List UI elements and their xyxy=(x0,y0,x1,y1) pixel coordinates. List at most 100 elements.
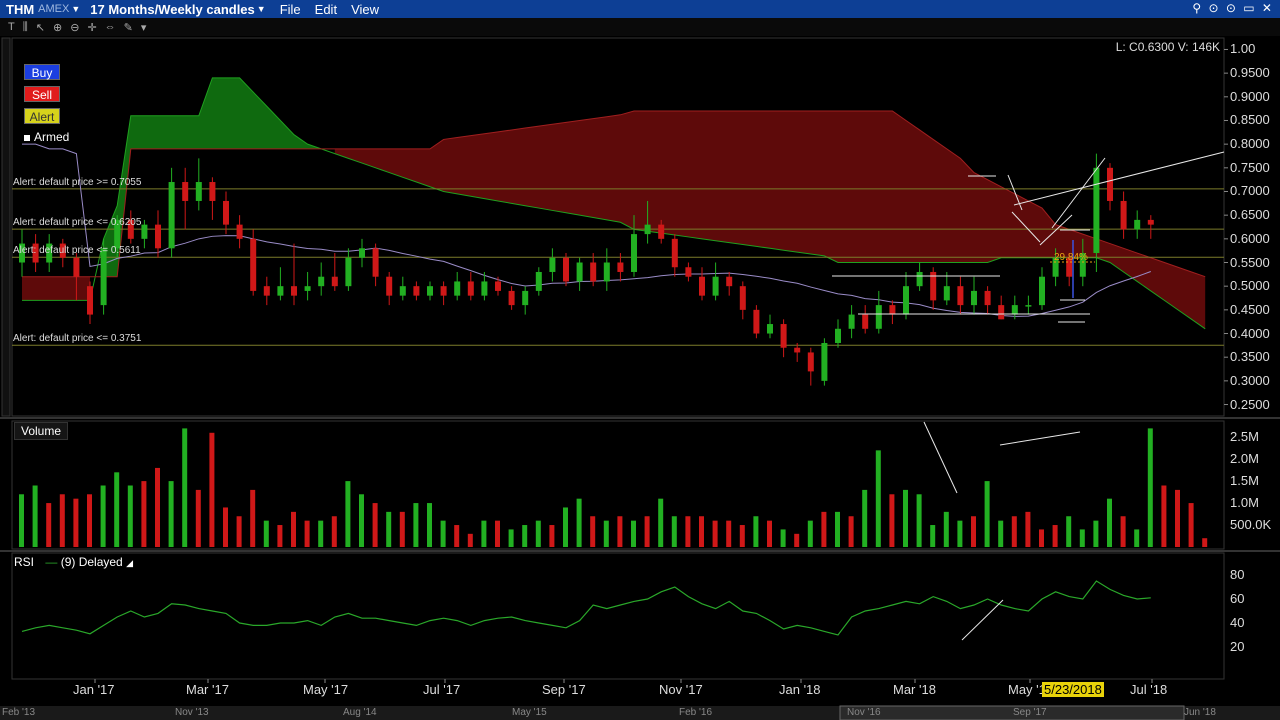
volume-axis-label: 500.0K xyxy=(1230,517,1272,533)
volume-bar xyxy=(331,516,337,547)
candle-body xyxy=(1011,305,1018,315)
volume-bar xyxy=(1202,538,1208,547)
candle-body xyxy=(903,286,909,315)
volume-bar xyxy=(440,520,446,547)
volume-bar xyxy=(875,450,881,547)
volume-bar xyxy=(1161,485,1167,547)
volume-bar xyxy=(631,520,636,547)
volume-bar xyxy=(1052,525,1058,547)
time-axis-label: Sep '17 xyxy=(542,682,586,697)
volume-bar xyxy=(413,503,419,547)
candle-body xyxy=(277,286,284,296)
chart-canvas[interactable] xyxy=(0,0,1280,720)
percent-annotation[interactable]: 29.84% xyxy=(1054,252,1088,263)
candle-body xyxy=(753,309,760,334)
rsi-settings-icon[interactable]: ◢ xyxy=(126,558,133,568)
candle-body xyxy=(372,248,379,277)
candle-body xyxy=(984,290,991,306)
candle-body xyxy=(263,286,270,296)
volume-bar xyxy=(712,520,718,547)
buy-button[interactable]: Buy xyxy=(24,64,60,80)
volume-bar xyxy=(1134,529,1140,547)
candle-body xyxy=(590,262,597,282)
candle-body xyxy=(345,257,352,287)
candle-body xyxy=(875,305,882,329)
volume-bar xyxy=(127,485,133,547)
volume-bar xyxy=(549,525,555,547)
volume-bar xyxy=(617,516,623,547)
alert-label[interactable]: Alert: default price >= 0.7055 xyxy=(13,177,141,188)
volume-bar xyxy=(386,511,392,547)
candle-body xyxy=(236,224,243,239)
volume-bar xyxy=(943,511,949,547)
volume-bar xyxy=(644,516,650,547)
volume-bar xyxy=(848,516,854,547)
price-axis-label: 0.9500 xyxy=(1230,65,1270,81)
volume-bar xyxy=(835,511,840,547)
candle-body xyxy=(685,267,692,277)
candle-body xyxy=(195,182,202,201)
volume-bar xyxy=(195,489,201,547)
volume-bar xyxy=(87,494,92,547)
price-readout: L: C0.6300 V: 146K xyxy=(1115,40,1220,54)
alert-label[interactable]: Alert: default price <= 0.3751 xyxy=(13,333,141,344)
overview-window xyxy=(839,705,1185,720)
candle-body xyxy=(794,347,801,353)
volume-panel-title[interactable]: Volume xyxy=(14,422,69,440)
time-axis-label: Jul '18 xyxy=(1130,682,1168,697)
candle-body xyxy=(304,286,311,291)
volume-bar xyxy=(223,507,228,547)
volume-bar xyxy=(971,516,976,547)
volume-bar xyxy=(277,525,283,547)
candle-body xyxy=(87,286,93,315)
armed-checkbox-icon[interactable] xyxy=(24,134,30,141)
volume-bar xyxy=(658,498,664,547)
ichimoku-cloud-red xyxy=(22,276,90,301)
volume-bar xyxy=(930,525,936,547)
candle-body xyxy=(359,248,365,258)
volume-bar xyxy=(318,520,324,547)
candle-body xyxy=(916,271,923,287)
candle-body xyxy=(467,281,474,296)
candle-body xyxy=(726,276,733,287)
candle-body xyxy=(1120,200,1127,230)
candle-body xyxy=(291,286,297,296)
sell-button[interactable]: Sell xyxy=(24,86,60,102)
volume-bar xyxy=(345,481,351,547)
volume-bar xyxy=(73,498,79,547)
volume-bar xyxy=(155,467,160,547)
time-axis-label: May '17 xyxy=(303,682,349,697)
candle-body xyxy=(549,257,556,272)
volume-axis-label: 1.5M xyxy=(1230,473,1259,489)
alert-label[interactable]: Alert: default price <= 0.6205 xyxy=(13,217,141,228)
candle-body xyxy=(617,262,624,272)
volume-bar xyxy=(535,520,541,547)
alert-label[interactable]: Alert: default price <= 0.5611 xyxy=(13,245,141,256)
rsi-legend: (9) Delayed xyxy=(60,555,123,569)
alert-button[interactable]: Alert xyxy=(24,108,60,124)
candle-body xyxy=(943,286,950,301)
candle-body xyxy=(658,224,665,239)
trendline xyxy=(1013,151,1225,206)
candle-body xyxy=(331,276,338,287)
candle-body xyxy=(141,224,148,239)
volume-bar xyxy=(359,494,364,547)
volume-axis-label: 2.5M xyxy=(1230,429,1259,445)
armed-toggle[interactable]: Armed xyxy=(24,130,69,144)
rsi-axis-label: 40 xyxy=(1230,615,1245,630)
candle-body xyxy=(223,200,229,225)
volume-bar xyxy=(522,525,528,547)
candle-body xyxy=(168,182,175,249)
candle-body xyxy=(767,324,773,334)
price-axis-label: 0.2500 xyxy=(1230,396,1270,412)
overview-axis-label: Aug '14 xyxy=(343,707,377,718)
volume-bar xyxy=(590,516,596,547)
volume-bar xyxy=(59,494,65,547)
volume-bar xyxy=(1120,516,1126,547)
candle-body xyxy=(644,224,651,235)
candle-body xyxy=(1093,167,1100,254)
volume-bar xyxy=(1039,529,1044,547)
volume-bar xyxy=(427,503,432,547)
rsi-panel-title[interactable]: RSI — (9) Delayed ◢ xyxy=(14,555,133,569)
volume-bar xyxy=(1175,489,1180,547)
